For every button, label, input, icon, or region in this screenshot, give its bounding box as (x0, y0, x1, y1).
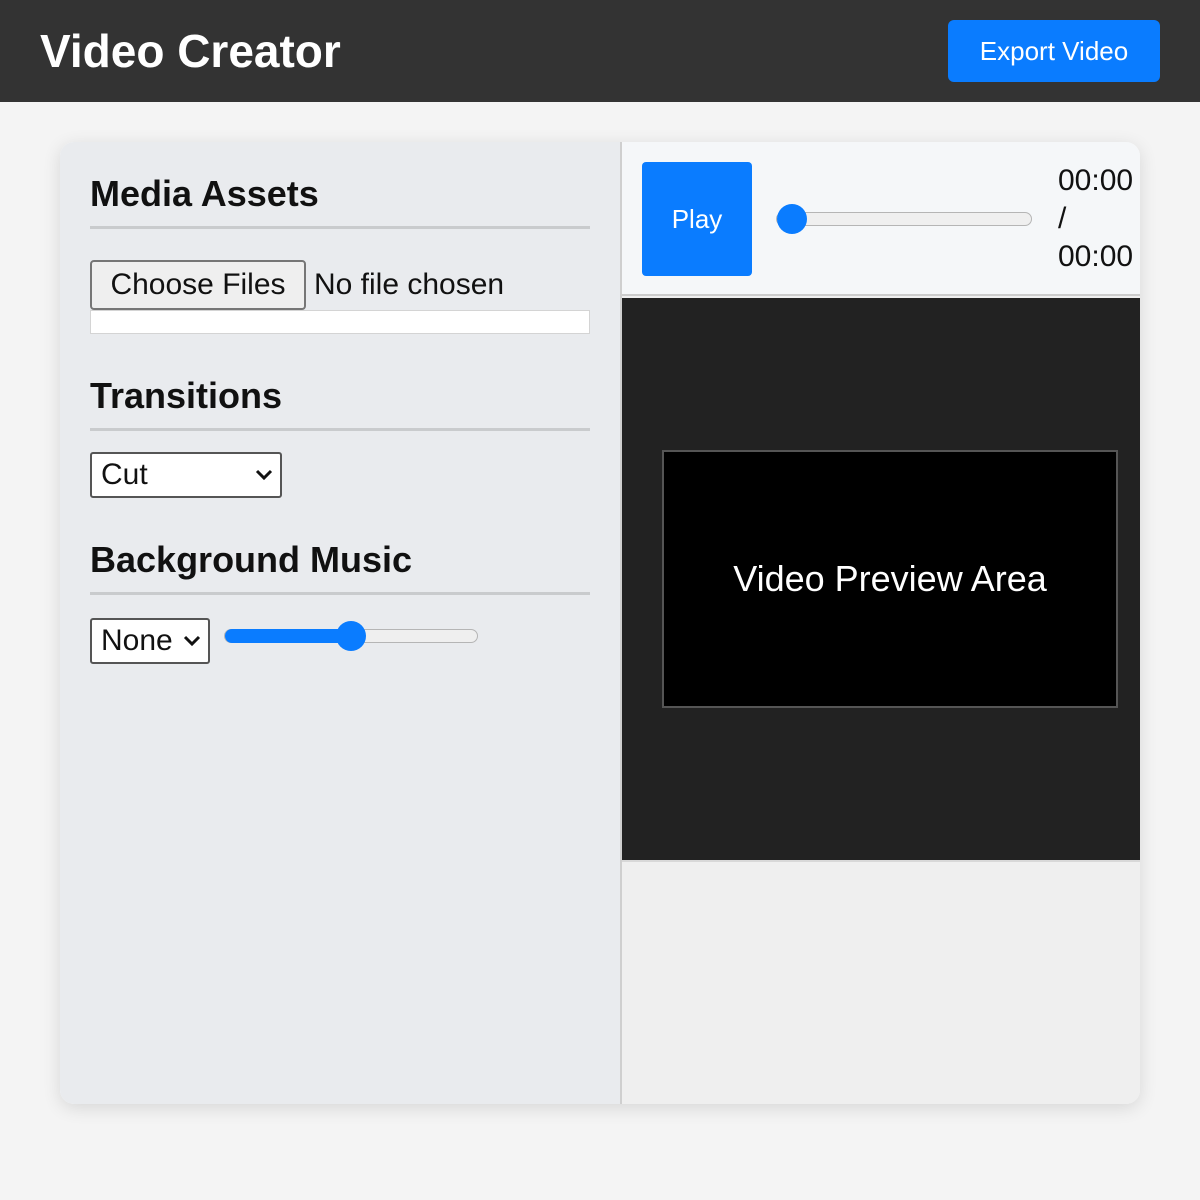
section-divider (90, 226, 590, 229)
seek-slider-thumb[interactable] (777, 204, 807, 234)
chevron-down-icon (183, 635, 201, 647)
volume-slider-fill (225, 629, 353, 643)
top-bar: Video Creator Export Video (0, 0, 1200, 102)
duration-time: 00:00 (1058, 240, 1134, 273)
app-title: Video Creator (40, 25, 341, 77)
export-video-button[interactable]: Export Video (948, 20, 1160, 82)
current-time: 00:00 (1058, 164, 1134, 197)
music-select-value: None (101, 624, 173, 657)
music-volume-slider[interactable] (224, 621, 478, 651)
transition-select[interactable]: Cut (90, 452, 282, 498)
choose-files-button[interactable]: Choose Files (90, 260, 306, 310)
music-select[interactable]: None (90, 618, 210, 664)
timeline-area[interactable] (622, 860, 1140, 1104)
preview-panel: Play 00:00 / 00:00 Video Preview Area (622, 142, 1140, 1104)
section-divider (90, 592, 590, 595)
preview-stage: Video Preview Area (622, 298, 1140, 860)
time-readout: 00:00 / 00:00 (1058, 162, 1140, 276)
background-music-heading: Background Music (90, 539, 413, 580)
time-separator: / (1058, 202, 1067, 235)
seek-slider[interactable] (776, 204, 1032, 234)
media-assets-heading: Media Assets (90, 173, 319, 214)
section-divider (90, 428, 590, 431)
volume-slider-thumb[interactable] (336, 621, 366, 651)
transition-select-value: Cut (101, 458, 148, 491)
transitions-heading: Transitions (90, 375, 283, 416)
preview-placeholder-text: Video Preview Area (733, 558, 1047, 599)
chevron-down-icon (255, 469, 273, 481)
editor-card: Media Assets Choose Files No file chosen… (60, 142, 1140, 1104)
playback-controls: Play 00:00 / 00:00 (622, 142, 1140, 296)
media-asset-list[interactable] (90, 310, 590, 334)
play-button[interactable]: Play (642, 162, 752, 276)
assets-sidebar: Media Assets Choose Files No file chosen… (60, 142, 620, 1104)
file-status-text: No file chosen (314, 268, 505, 301)
video-preview-area[interactable]: Video Preview Area (662, 450, 1118, 708)
